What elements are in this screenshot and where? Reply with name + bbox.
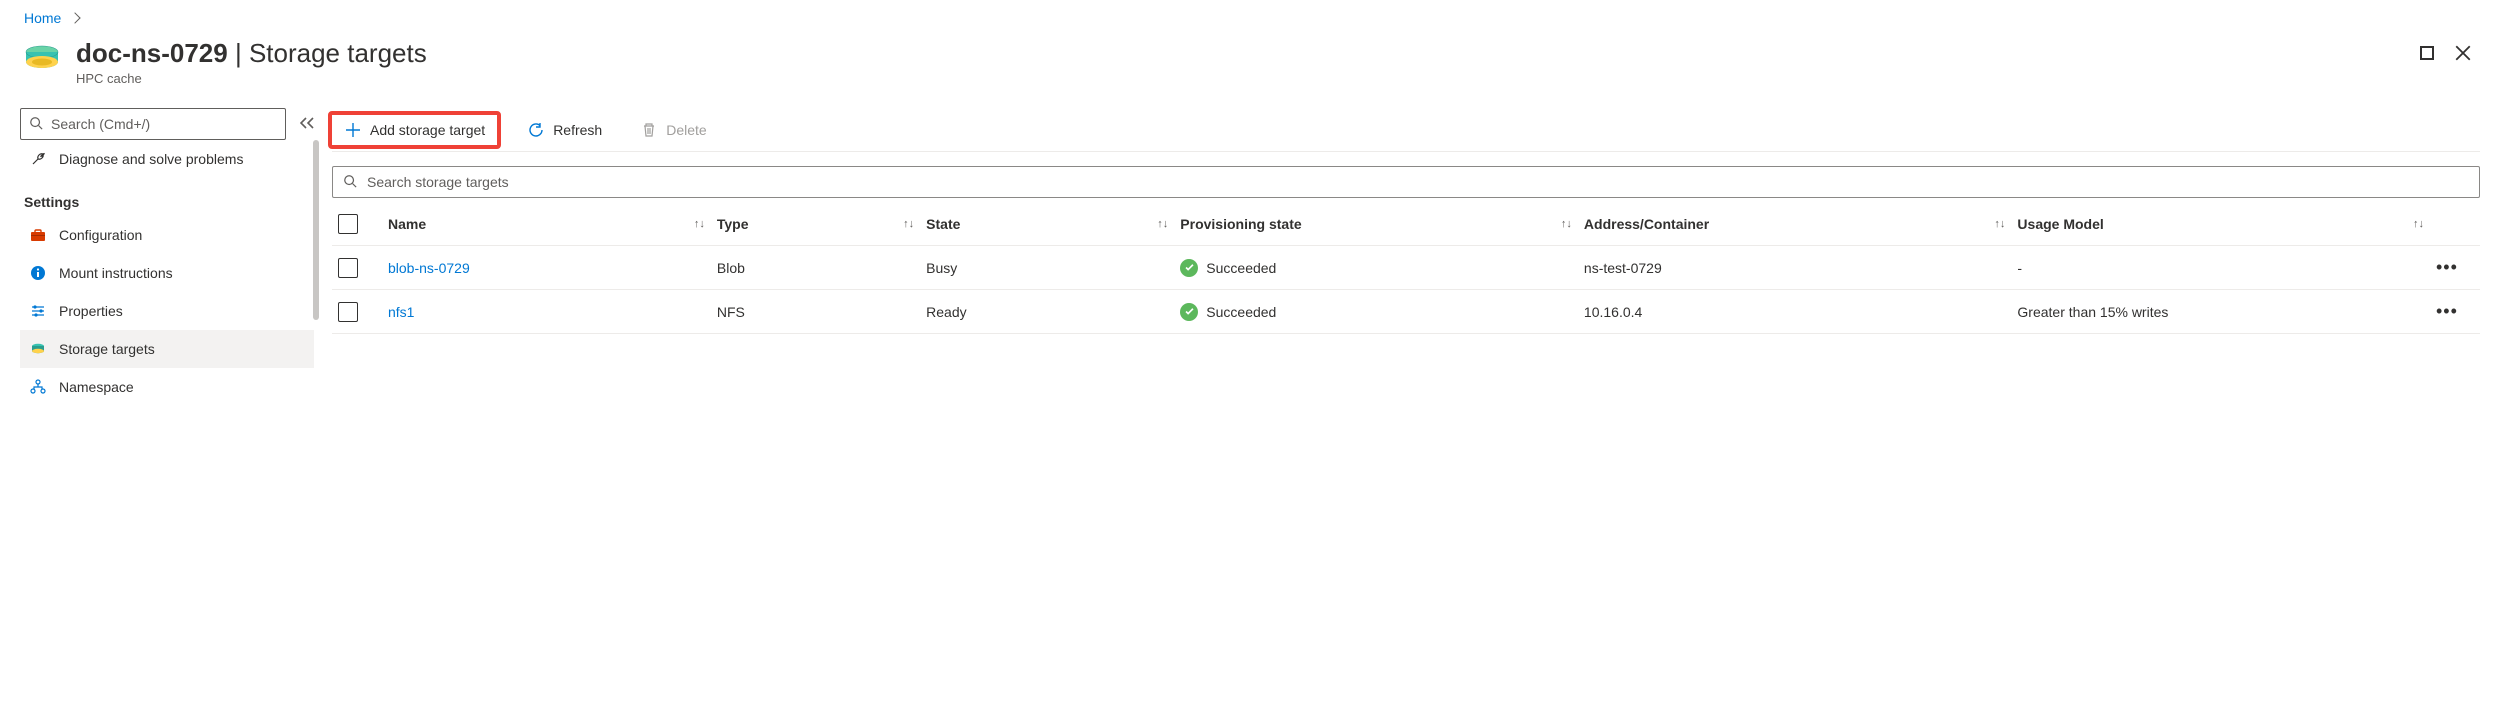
sidebar-item-properties[interactable]: Properties (20, 292, 314, 330)
table-header: Name↑↓ Type↑↓ State↑↓ Provisioning state… (332, 202, 2480, 246)
wrench-icon (29, 150, 47, 168)
table-row[interactable]: nfs1 NFS Ready Succeeded 10.16.0.4 Great… (332, 290, 2480, 334)
delete-button: Delete (628, 115, 718, 145)
cell-state: Ready (920, 294, 1174, 330)
row-checkbox[interactable] (338, 258, 358, 278)
toolbox-icon (29, 226, 47, 244)
column-type[interactable]: Type↑↓ (711, 206, 920, 242)
cell-address: 10.16.0.4 (1578, 294, 2012, 330)
sidebar-item-mount[interactable]: Mount instructions (20, 254, 314, 292)
filter-input[interactable] (367, 174, 2469, 190)
info-icon (29, 264, 47, 282)
sidebar-heading-settings: Settings (20, 178, 314, 216)
plus-icon (344, 121, 362, 139)
collapse-sidebar-button[interactable] (300, 116, 314, 132)
maximize-button[interactable] (2418, 44, 2436, 62)
column-provisioning[interactable]: Provisioning state↑↓ (1174, 206, 1578, 242)
sidebar-item-storage-targets[interactable]: Storage targets (20, 330, 314, 368)
sidebar-item-namespace[interactable]: Namespace (20, 368, 314, 406)
sort-icon: ↑↓ (1994, 218, 2005, 230)
sidebar-scrollbar[interactable] (313, 140, 319, 320)
breadcrumb-home[interactable]: Home (24, 10, 61, 26)
column-state[interactable]: State↑↓ (920, 206, 1174, 242)
add-storage-target-button[interactable]: Add storage target (328, 111, 501, 149)
sidebar-label: Diagnose and solve problems (59, 151, 243, 167)
disk-stack-icon (29, 340, 47, 358)
sidebar-label: Storage targets (59, 341, 155, 357)
cell-provisioning: Succeeded (1174, 249, 1578, 287)
row-context-menu[interactable]: ••• (2430, 291, 2480, 332)
resource-name: doc-ns-0729 (76, 38, 228, 68)
column-name[interactable]: Name↑↓ (382, 206, 711, 242)
breadcrumb: Home (20, 0, 2480, 32)
cell-type: Blob (711, 250, 920, 286)
table-row[interactable]: blob-ns-0729 Blob Busy Succeeded ns-test… (332, 246, 2480, 290)
cell-type: NFS (711, 294, 920, 330)
sidebar-item-configuration[interactable]: Configuration (20, 216, 314, 254)
sort-icon: ↑↓ (1561, 218, 1572, 230)
trash-icon (640, 121, 658, 139)
close-button[interactable] (2454, 44, 2472, 62)
toolbar-label: Delete (666, 122, 706, 138)
refresh-icon (527, 121, 545, 139)
search-icon (29, 116, 43, 133)
sidebar-search-input[interactable] (51, 116, 277, 132)
sort-icon: ↑↓ (903, 218, 914, 230)
column-address[interactable]: Address/Container↑↓ (1578, 206, 2012, 242)
filter-box[interactable] (332, 166, 2480, 198)
success-icon (1180, 259, 1198, 277)
cell-usage: Greater than 15% writes (2011, 294, 2430, 330)
storage-target-link[interactable]: nfs1 (388, 304, 414, 320)
chevron-right-icon (70, 12, 81, 23)
row-context-menu[interactable]: ••• (2430, 247, 2480, 288)
sidebar-label: Mount instructions (59, 265, 173, 281)
sidebar-label: Namespace (59, 379, 134, 395)
row-checkbox[interactable] (338, 302, 358, 322)
sliders-icon (29, 302, 47, 320)
page-title: doc-ns-0729 | Storage targets (76, 38, 427, 69)
search-icon (343, 174, 357, 191)
resource-type: HPC cache (76, 71, 427, 86)
cell-usage: - (2011, 250, 2430, 286)
hierarchy-icon (29, 378, 47, 396)
blade-name: Storage targets (249, 38, 427, 68)
sidebar-item-diagnose[interactable]: Diagnose and solve problems (20, 140, 314, 178)
sort-icon: ↑↓ (1157, 218, 1168, 230)
cell-state: Busy (920, 250, 1174, 286)
sidebar-label: Configuration (59, 227, 142, 243)
column-usage[interactable]: Usage Model↑↓ (2011, 206, 2430, 242)
sort-icon: ↑↓ (694, 218, 705, 230)
select-all-checkbox[interactable] (338, 214, 358, 234)
refresh-button[interactable]: Refresh (515, 115, 614, 145)
cell-provisioning: Succeeded (1174, 293, 1578, 331)
sidebar-label: Properties (59, 303, 123, 319)
toolbar-label: Add storage target (370, 122, 485, 138)
cell-address: ns-test-0729 (1578, 250, 2012, 286)
toolbar-label: Refresh (553, 122, 602, 138)
hpc-cache-icon (22, 38, 62, 78)
success-icon (1180, 303, 1198, 321)
storage-target-link[interactable]: blob-ns-0729 (388, 260, 470, 276)
storage-targets-table: Name↑↓ Type↑↓ State↑↓ Provisioning state… (332, 202, 2480, 334)
toolbar: Add storage target Refresh Delete (332, 108, 2480, 152)
sort-icon: ↑↓ (2413, 218, 2424, 230)
sidebar-search[interactable] (20, 108, 286, 140)
